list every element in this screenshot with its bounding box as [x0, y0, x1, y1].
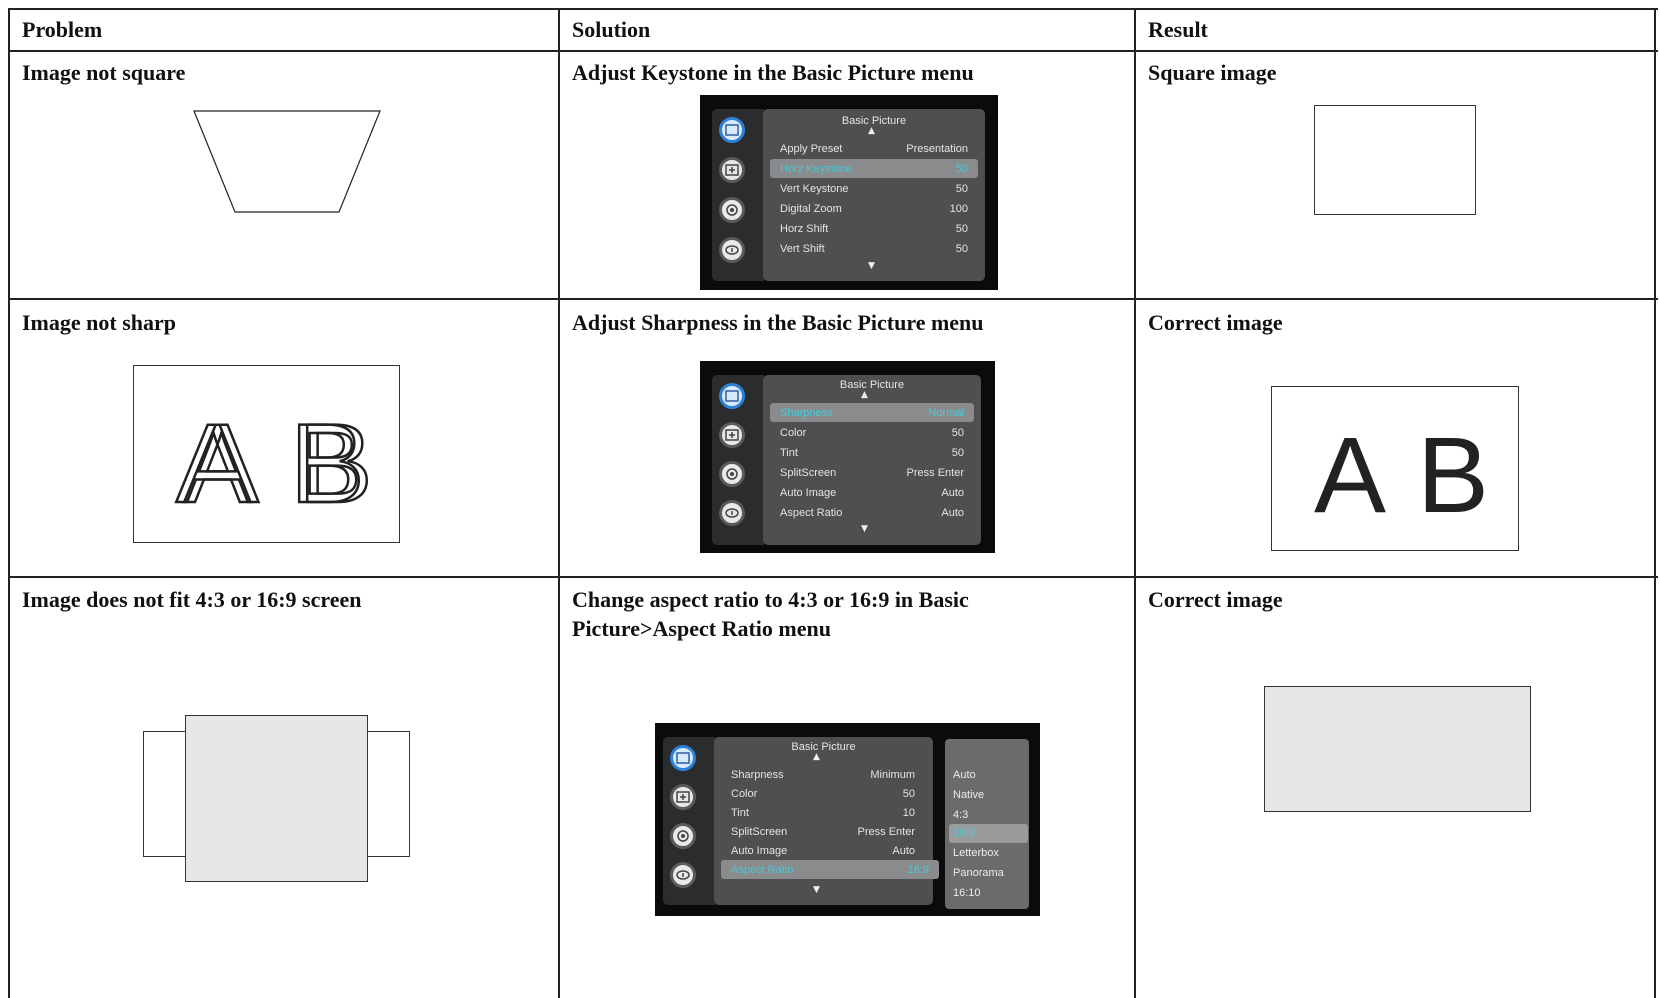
advanced-picture-icon[interactable] — [719, 422, 745, 448]
menu-item-auto-image[interactable]: Auto Image Auto — [770, 483, 974, 502]
scroll-up-arrow-icon: ▲ — [813, 752, 820, 762]
row3-solution-line1: Change aspect ratio to 4:3 or 16:9 in Ba… — [572, 587, 969, 612]
correct-widescreen-image — [1264, 686, 1531, 812]
menu-item-aspect-ratio[interactable]: Aspect Ratio Auto — [770, 503, 974, 522]
basic-picture-menu-sharpness: Basic Picture ▲ Sharpness Normal Color 50 … — [700, 361, 995, 553]
menu-item-sharpness[interactable]: Sharpness Minimum — [721, 765, 925, 784]
scroll-down-arrow-icon: ▼ — [868, 261, 875, 271]
scroll-down-arrow-icon: ▼ — [813, 885, 820, 895]
col-divider-1 — [558, 8, 560, 998]
scroll-down-arrow-icon: ▼ — [861, 524, 868, 534]
menu-item-color[interactable]: Color 50 — [721, 784, 925, 803]
row2-problem: Image not sharp — [22, 310, 177, 335]
header-solution: Solution — [572, 17, 651, 42]
menu-item-auto-image[interactable]: Auto Image Auto — [721, 841, 925, 860]
settings-gear-icon[interactable] — [719, 461, 745, 487]
picture-icon[interactable] — [719, 383, 745, 409]
picture-icon[interactable] — [719, 117, 745, 143]
menu-item-tint[interactable]: Tint 10 — [721, 803, 925, 822]
row1-solution: Adjust Keystone in the Basic Picture men… — [572, 60, 974, 85]
menu-title: Basic Picture — [791, 741, 856, 753]
advanced-picture-icon[interactable] — [719, 157, 745, 183]
row2-solution: Adjust Sharpness in the Basic Picture me… — [572, 310, 984, 335]
svg-text:B: B — [1417, 414, 1489, 535]
submenu-option-4-3[interactable]: 4:3 — [953, 809, 968, 821]
menu-item-horz-keystone[interactable]: Horz Keystone 50 — [770, 159, 978, 178]
info-icon[interactable] — [719, 500, 745, 526]
menu-item-splitscreen[interactable]: SplitScreen Press Enter — [721, 822, 925, 841]
blurry-image-box: A A B B — [133, 365, 400, 543]
svg-text:A: A — [184, 401, 259, 526]
menu-item-color[interactable]: Color 50 — [770, 423, 974, 442]
advanced-picture-icon[interactable] — [670, 784, 696, 810]
picture-icon[interactable] — [670, 745, 696, 771]
row3-problem: Image does not fit 4:3 or 16:9 screen — [22, 587, 362, 612]
submenu-option-16-9[interactable]: 16:9 — [953, 827, 974, 839]
submenu-option-panorama[interactable]: Panorama — [953, 867, 1004, 879]
keystone-trapezoid-illustration — [193, 110, 381, 213]
header-problem: Problem — [22, 17, 103, 42]
menu-item-digital-zoom[interactable]: Digital Zoom 100 — [770, 199, 978, 218]
basic-picture-menu-aspect-ratio: Basic Picture ▲ Sharpness Minimum Color 50… — [655, 723, 1040, 916]
row2-result: Correct image — [1148, 310, 1283, 335]
table-border-right — [1654, 8, 1656, 998]
row1-result: Square image — [1148, 60, 1277, 85]
row-divider-1 — [8, 298, 1658, 300]
table-border-left — [8, 8, 10, 998]
row3-result: Correct image — [1148, 587, 1283, 612]
menu-item-aspect-ratio[interactable]: Aspect Ratio 16:9 — [721, 860, 939, 879]
menu-item-vert-keystone[interactable]: Vert Keystone 50 — [770, 179, 978, 198]
header-result: Result — [1148, 17, 1208, 42]
basic-picture-menu-keystone: Basic Picture ▲ Apply Preset Presentation… — [700, 95, 998, 290]
mismatch-image-fill — [185, 715, 368, 882]
submenu-option-native[interactable]: Native — [953, 789, 984, 801]
menu-item-apply-preset[interactable]: Apply Preset Presentation — [770, 139, 978, 158]
header-divider — [8, 50, 1658, 52]
menu-item-tint[interactable]: Tint 50 — [770, 443, 974, 462]
info-icon[interactable] — [670, 862, 696, 888]
menu-item-vert-shift[interactable]: Vert Shift 50 — [770, 239, 978, 258]
row1-problem: Image not square — [22, 60, 186, 85]
submenu-option-16-10[interactable]: 16:10 — [953, 887, 981, 899]
menu-item-splitscreen[interactable]: SplitScreen Press Enter — [770, 463, 974, 482]
sharp-image-box: A B — [1271, 386, 1519, 551]
svg-text:A: A — [1314, 414, 1386, 535]
square-image-illustration — [1314, 105, 1476, 215]
col-divider-2 — [1134, 8, 1136, 998]
svg-text:B: B — [298, 401, 373, 526]
troubleshooting-table: Problem Solution Result Image not square… — [0, 0, 1660, 998]
settings-gear-icon[interactable] — [670, 823, 696, 849]
settings-gear-icon[interactable] — [719, 197, 745, 223]
sharp-letters: A B — [1314, 414, 1489, 535]
row-divider-2 — [8, 576, 1658, 578]
menu-title: Basic Picture — [839, 379, 905, 391]
info-icon[interactable] — [719, 237, 745, 263]
submenu-option-letterbox[interactable]: Letterbox — [953, 847, 999, 859]
row3-solution-line2: Picture>Aspect Ratio menu — [572, 616, 831, 641]
menu-item-sharpness[interactable]: Sharpness Normal — [770, 403, 974, 422]
blurry-letters: A A B B — [175, 400, 374, 528]
scroll-up-arrow-icon: ▲ — [861, 390, 868, 400]
menu-item-horz-shift[interactable]: Horz Shift 50 — [770, 219, 978, 238]
submenu-option-auto[interactable]: Auto — [953, 769, 976, 781]
table-border-top — [8, 8, 1658, 10]
scroll-up-arrow-icon: ▲ — [868, 126, 875, 136]
